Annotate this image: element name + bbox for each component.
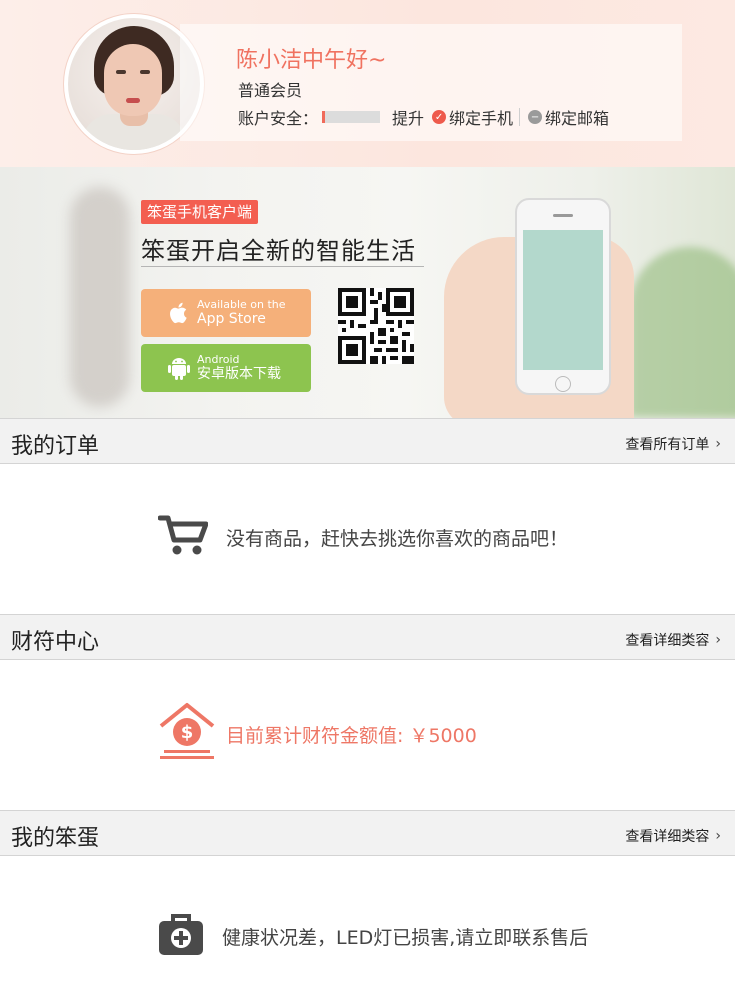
view-wealth-details-link[interactable]: 查看详细类容 › — [625, 630, 721, 650]
app-tag: 笨蛋手机客户端 — [141, 200, 259, 224]
wealth-title: 财符中心 — [11, 630, 100, 655]
wealth-total-text: 目前累计财符金额值: ￥5000 — [226, 724, 477, 747]
device-status-message: 健康状况差，LED灯已损害,请立即联系售后 — [222, 926, 589, 949]
account-security-row: 账户安全： 提升 ✓ 绑定手机 − 绑定邮箱 — [238, 106, 609, 128]
view-all-orders-link[interactable]: 查看所有订单 › — [625, 434, 721, 454]
app-store-button[interactable]: Available on the App Store — [141, 289, 311, 337]
orders-section-body: 没有商品，赶快去挑选你喜欢的商品吧！ — [0, 464, 735, 614]
my-egg-section-body: 健康状况差，LED灯已损害,请立即联系售后 — [0, 856, 735, 1006]
android-small-text: Android — [197, 352, 240, 366]
svg-text:$: $ — [181, 722, 194, 743]
bind-phone-link[interactable]: 绑定手机 — [449, 105, 513, 129]
wealth-section-body: $ 目前累计财符金额值: ￥5000 — [0, 660, 735, 810]
qr-code — [338, 288, 414, 364]
app-slogan: 笨蛋开启全新的智能生活 — [141, 237, 416, 265]
view-egg-details-link[interactable]: 查看详细类容 › — [625, 826, 721, 846]
minus-icon: − — [528, 110, 543, 124]
medical-kit-icon — [158, 911, 204, 961]
security-label: 账户安全： — [238, 109, 319, 128]
security-level-fill — [322, 111, 325, 123]
device-status-row: 健康状况差，LED灯已损害,请立即联系售后 — [158, 911, 588, 961]
member-level: 普通会员 — [238, 81, 303, 100]
chevron-right-icon: › — [715, 436, 721, 452]
android-big-text: 安卓版本下载 — [197, 366, 281, 383]
android-download-button[interactable]: Android 安卓版本下载 — [141, 344, 311, 392]
upgrade-link[interactable]: 提升 — [392, 105, 424, 129]
bind-email-link[interactable]: 绑定邮箱 — [545, 105, 609, 129]
android-icon — [167, 356, 191, 380]
my-egg-title: 我的笨蛋 — [11, 826, 100, 851]
app-store-big-text: App Store — [197, 311, 266, 328]
chevron-right-icon: › — [715, 632, 721, 648]
background-plant — [630, 247, 735, 417]
divider — [519, 108, 521, 126]
app-store-small-text: Available on the — [197, 297, 286, 311]
slogan-divider — [141, 266, 424, 267]
orders-section-header: 我的订单 查看所有订单 › — [0, 418, 735, 464]
orders-empty-state: 没有商品，赶快去挑选你喜欢的商品吧！ — [157, 514, 569, 560]
view-egg-details-label: 查看详细类容 — [625, 829, 710, 845]
chevron-right-icon: › — [715, 828, 721, 844]
apple-icon — [167, 301, 191, 325]
money-house-icon: $ — [158, 702, 216, 766]
my-egg-section-header: 我的笨蛋 查看详细类容 › — [0, 810, 735, 856]
security-level-bar — [322, 111, 381, 123]
profile-header: 陈小洁中午好~ 普通会员 账户安全： 提升 ✓ 绑定手机 − 绑定邮箱 — [0, 0, 735, 167]
greeting-text: 陈小洁中午好~ — [236, 48, 387, 73]
shopping-cart-icon — [157, 514, 209, 560]
orders-empty-message: 没有商品，赶快去挑选你喜欢的商品吧！ — [226, 527, 569, 550]
orders-title: 我的订单 — [11, 434, 100, 459]
wealth-summary: $ 目前累计财符金额值: ￥5000 — [158, 702, 477, 766]
wealth-section-header: 财符中心 查看详细类容 › — [0, 614, 735, 660]
view-all-orders-label: 查看所有订单 — [625, 437, 710, 453]
view-wealth-details-label: 查看详细类容 — [625, 633, 710, 649]
phone-image — [515, 198, 611, 395]
app-download-banner: 笨蛋手机客户端 笨蛋开启全新的智能生活 Available on the App… — [0, 167, 735, 418]
background-person — [70, 187, 130, 407]
check-icon: ✓ — [432, 110, 447, 124]
